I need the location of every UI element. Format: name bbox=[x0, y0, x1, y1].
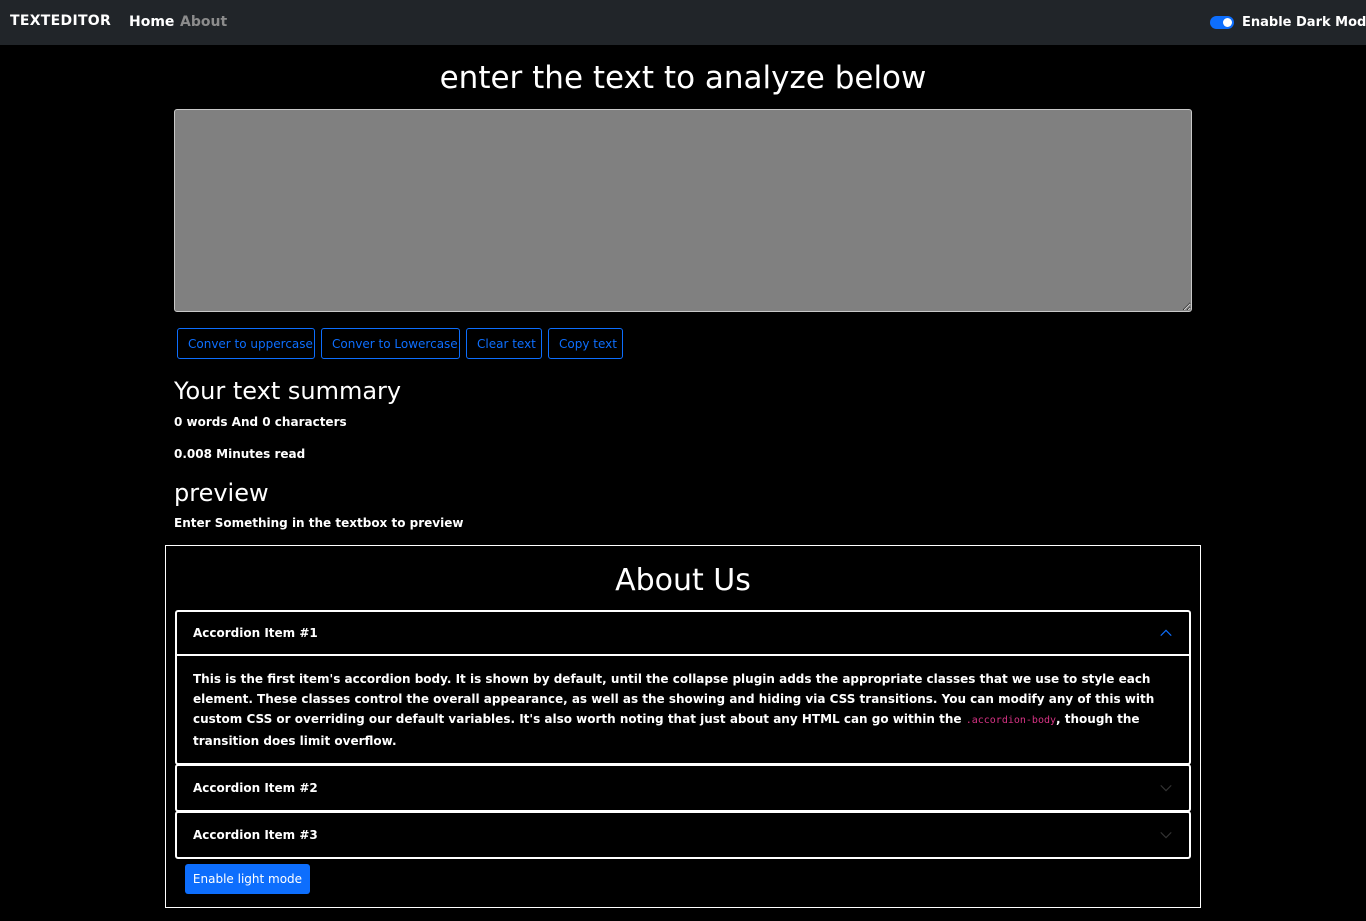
accordion-label-2: Accordion Item #2 bbox=[193, 781, 318, 795]
accordion-header-3[interactable]: Accordion Item #3 bbox=[177, 813, 1189, 857]
accordion-label-1: Accordion Item #1 bbox=[193, 626, 318, 640]
chevron-down-icon bbox=[1160, 784, 1172, 792]
accordion-item-1: Accordion Item #1 This is the first item… bbox=[175, 610, 1191, 765]
dark-mode-label: Enable Dark Mode bbox=[1242, 14, 1366, 30]
about-section: About Us Accordion Item #1 This is the f… bbox=[165, 545, 1201, 908]
text-input-area[interactable] bbox=[174, 109, 1192, 312]
about-title: About Us bbox=[615, 563, 751, 598]
chevron-down-icon bbox=[1160, 831, 1172, 839]
reading-time: 0.008 Minutes read bbox=[174, 447, 306, 461]
copy-text-button[interactable]: Copy text bbox=[548, 328, 623, 359]
lowercase-button[interactable]: Conver to Lowercase bbox=[321, 328, 460, 359]
accordion: Accordion Item #1 This is the first item… bbox=[175, 610, 1191, 859]
dark-mode-switch[interactable] bbox=[1210, 15, 1234, 29]
word-count: 0 words And 0 characters bbox=[174, 415, 347, 429]
dark-mode-toggle[interactable]: Enable Dark Mode bbox=[1210, 14, 1366, 30]
accordion-body-1: This is the first item's accordion body.… bbox=[177, 656, 1189, 763]
preview-text: Enter Something in the textbox to previe… bbox=[174, 516, 464, 530]
chevron-up-icon bbox=[1160, 629, 1172, 637]
uppercase-button[interactable]: Conver to uppercase bbox=[177, 328, 315, 359]
accordion-body-code: .accordion-body bbox=[965, 715, 1057, 726]
accordion-label-3: Accordion Item #3 bbox=[193, 828, 318, 842]
nav-link-home[interactable]: Home bbox=[129, 14, 174, 30]
accordion-item-3: Accordion Item #3 bbox=[175, 811, 1191, 859]
accordion-item-2: Accordion Item #2 bbox=[175, 764, 1191, 812]
clear-text-button[interactable]: Clear text bbox=[466, 328, 542, 359]
navbar: TEXTEDITOR Home About Enable Dark Mode bbox=[0, 0, 1366, 45]
nav-link-about[interactable]: About bbox=[180, 14, 227, 30]
accordion-header-2[interactable]: Accordion Item #2 bbox=[177, 766, 1189, 810]
brand-logo[interactable]: TEXTEDITOR bbox=[10, 13, 111, 29]
summary-title: Your text summary bbox=[174, 377, 402, 405]
preview-title: preview bbox=[174, 479, 269, 507]
page-heading: enter the text to analyze below bbox=[439, 60, 927, 96]
enable-light-mode-button[interactable]: Enable light mode bbox=[185, 864, 310, 894]
accordion-header-1[interactable]: Accordion Item #1 bbox=[177, 612, 1189, 656]
